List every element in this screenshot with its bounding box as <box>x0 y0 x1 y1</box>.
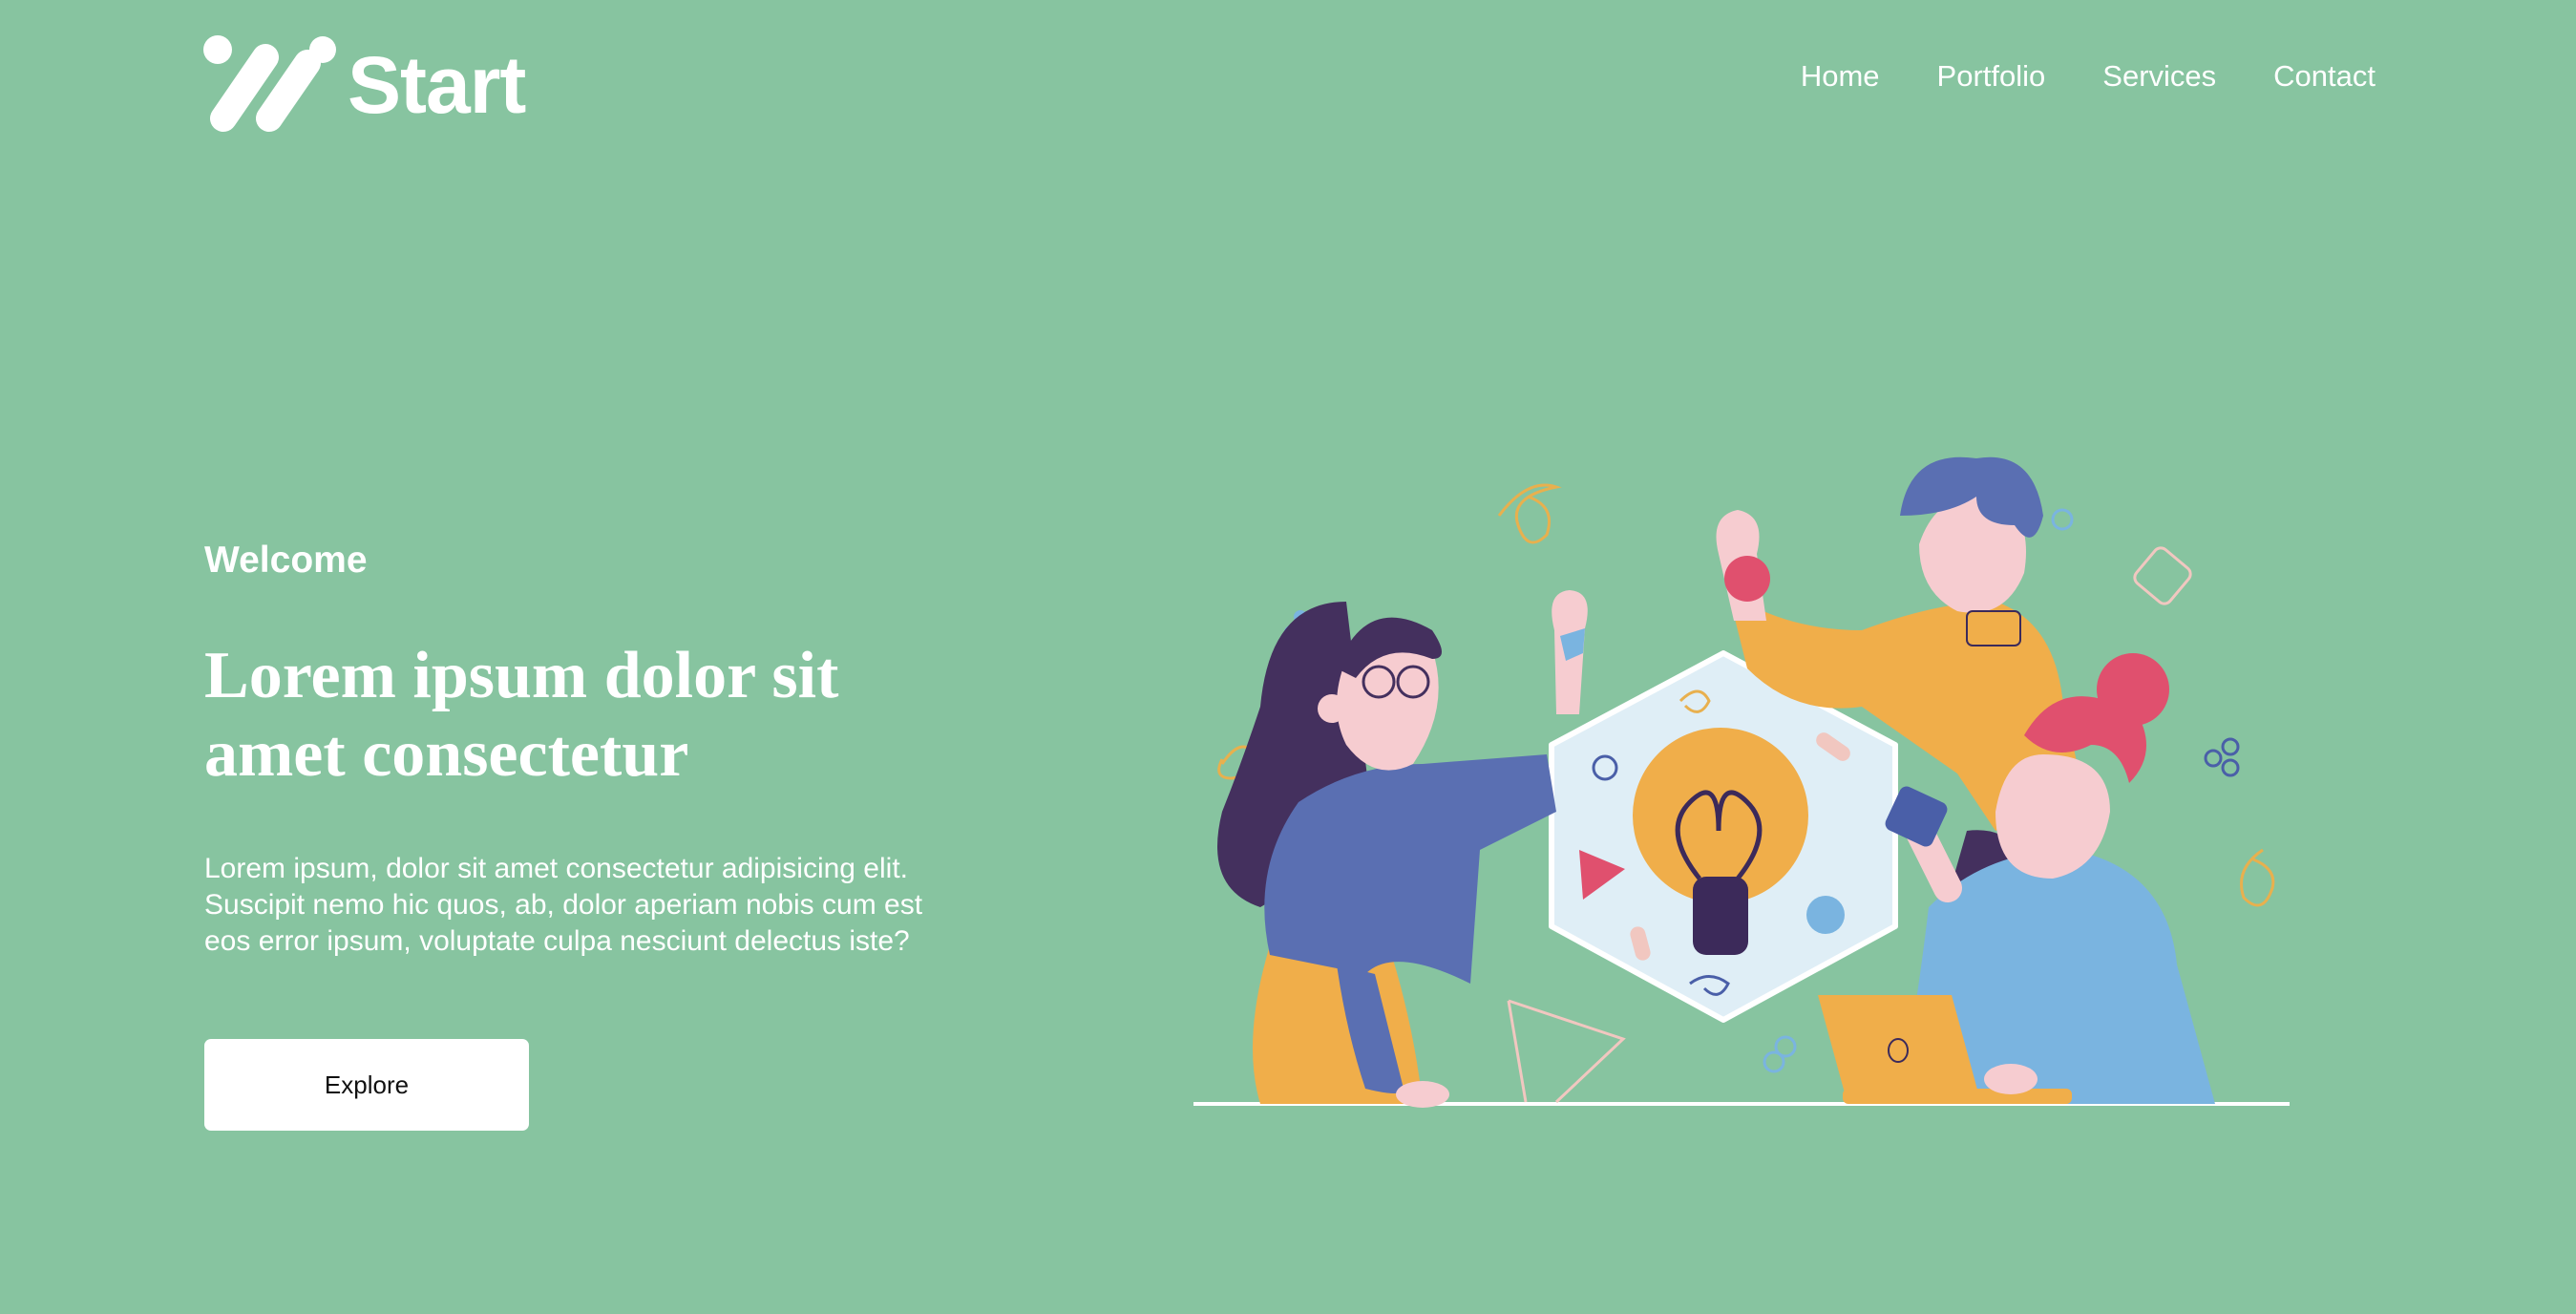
landing-page: Start Home Portfolio Services Contact We… <box>0 0 2576 1314</box>
hero-body-text: Lorem ipsum, dolor sit amet consectetur … <box>204 852 923 957</box>
team-brainstorm-lightbulb-illustration-icon <box>1193 456 2290 1108</box>
logo-mark-icon <box>203 35 336 132</box>
explore-button[interactable]: Explore <box>204 1039 529 1131</box>
hero-headline-line1: Lorem ipsum dolor sit <box>204 638 839 712</box>
hero-headline: Lorem ipsum dolor sit amet consectetur <box>204 637 959 794</box>
main-nav: Home Portfolio Services Contact <box>1801 59 2375 94</box>
brand-logo[interactable]: Start <box>202 34 526 136</box>
brand-name: Start <box>348 40 526 130</box>
hero-eyebrow: Welcome <box>204 540 368 581</box>
nav-link-services[interactable]: Services <box>2102 59 2216 94</box>
hero-section: Welcome Lorem ipsum dolor sit amet conse… <box>204 540 959 960</box>
nav-link-contact[interactable]: Contact <box>2273 59 2375 94</box>
nav-link-portfolio[interactable]: Portfolio <box>1937 59 2046 94</box>
nav-link-home[interactable]: Home <box>1801 59 1880 94</box>
hero-headline-line2: amet consectetur <box>204 716 689 791</box>
